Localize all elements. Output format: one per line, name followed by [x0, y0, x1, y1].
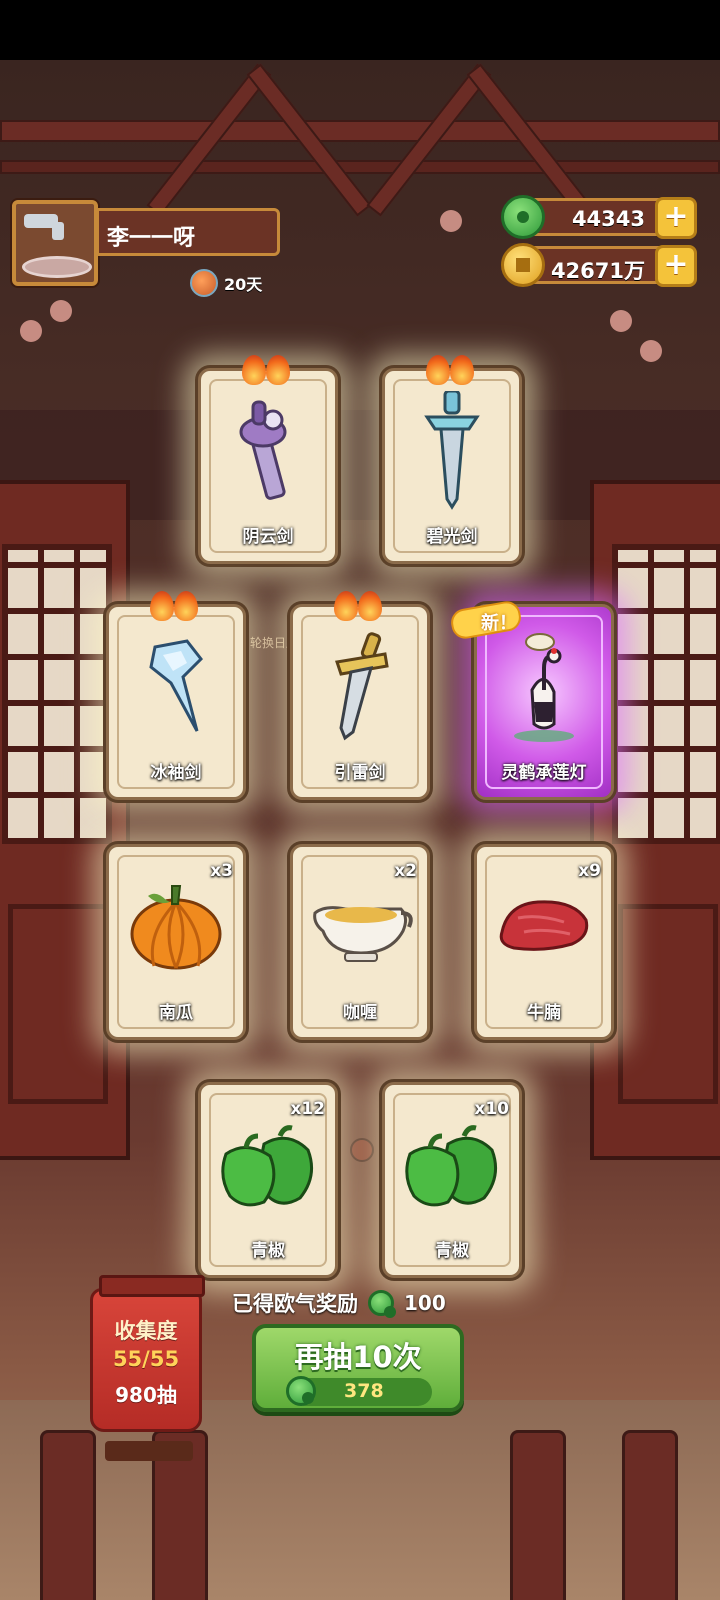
golden-sword-icon	[335, 632, 389, 741]
draw-again-label: 再抽10次	[294, 1340, 422, 1374]
luck-reward: 已得欧气奖励 100	[232, 1288, 446, 1318]
reward-card[interactable]: 引雷剑	[290, 591, 430, 800]
reward-card[interactable]: 碧光剑	[382, 355, 522, 564]
collection-title: 收集度	[114, 1319, 178, 1343]
collection-lantern[interactable]: 收集度 55/55 980抽	[90, 1275, 205, 1461]
reward-card[interactable]: x3 南瓜	[106, 844, 246, 1040]
gold-currency: 42671万 +	[501, 243, 697, 287]
railing-post	[510, 1430, 566, 1600]
card-name: 碧光剑	[426, 527, 478, 547]
blossom-decoration	[50, 300, 72, 322]
fire-icon	[150, 591, 202, 621]
railing-post	[40, 1430, 96, 1600]
fire-icon	[426, 355, 478, 385]
jade-currency: 44343 +	[501, 195, 697, 239]
quantity-label: x9	[578, 861, 601, 881]
reward-card[interactable]: x10 青椒	[382, 1082, 522, 1278]
reward-card[interactable]: x2 咖喱	[290, 844, 430, 1040]
jade-value: 44343	[571, 207, 645, 231]
reward-card-new[interactable]: 新！ 灵鹤承莲灯	[448, 599, 614, 800]
roof-beam-lower	[0, 160, 720, 174]
player-name-bar[interactable]: 李一一呀	[96, 208, 280, 256]
green-pepper-icon	[221, 1124, 314, 1207]
jade-coin-icon	[286, 1376, 316, 1406]
card-name: 青椒	[251, 1241, 285, 1261]
pumpkin-icon	[130, 884, 222, 970]
railing-post	[622, 1430, 678, 1600]
reward-card[interactable]: x12 青椒	[198, 1082, 338, 1278]
draw-again-button[interactable]: 再抽10次 378	[252, 1324, 464, 1412]
quantity-label: x12	[290, 1099, 325, 1119]
ice-sword-icon	[149, 639, 203, 732]
card-name: 灵鹤承莲灯	[501, 763, 587, 783]
reward-card[interactable]: 阴云剑	[198, 355, 338, 564]
quantity-label: x10	[474, 1099, 509, 1119]
purple-sword-icon	[239, 400, 287, 500]
card-name: 牛腩	[527, 1003, 561, 1023]
player-name: 李一一呀	[107, 226, 196, 251]
basin-icon	[22, 256, 92, 278]
curry-gravy-boat-icon	[313, 905, 413, 962]
fire-icon	[242, 355, 294, 385]
blossom-decoration	[640, 340, 662, 362]
reward-card[interactable]: x9 牛腩	[474, 844, 614, 1040]
blossom-decoration	[610, 310, 632, 332]
quantity-label: x2	[394, 861, 417, 881]
card-name: 引雷剑	[334, 763, 386, 783]
player-avatar[interactable]	[12, 200, 98, 286]
crane-lotus-lamp-icon	[514, 632, 574, 742]
days-value: 20天	[224, 275, 263, 294]
card-name: 阴云剑	[242, 527, 294, 547]
door-lattice	[2, 544, 112, 844]
fire-icon	[334, 591, 386, 621]
blossom-decoration	[440, 210, 462, 232]
card-name: 青椒	[435, 1241, 469, 1261]
globe-icon	[190, 269, 218, 297]
blossom-decoration	[20, 320, 42, 342]
draw-cost: 378	[286, 1376, 432, 1406]
status-bar	[0, 0, 720, 60]
quantity-label: x3	[210, 861, 233, 881]
jade-coin-icon	[368, 1290, 396, 1318]
beef-icon	[499, 900, 589, 951]
left-door	[0, 480, 130, 1160]
blue-sword-icon	[424, 390, 480, 510]
door-panel	[618, 904, 718, 1104]
days-counter: 20天	[190, 268, 262, 298]
green-pepper-icon	[405, 1124, 498, 1207]
gold-value: 42671万	[550, 259, 645, 283]
door-lattice	[612, 544, 720, 844]
card-name: 冰袖剑	[150, 763, 202, 783]
luck-reward-label: 已得欧气奖励	[232, 1292, 358, 1316]
ornament-icon	[350, 1138, 374, 1162]
draw-cost-value: 378	[344, 1380, 384, 1402]
card-name: 咖喱	[343, 1003, 377, 1023]
luck-reward-value: 100	[404, 1291, 446, 1315]
roof-beam	[0, 120, 720, 142]
add-gold-button[interactable]: +	[655, 245, 697, 287]
jade-coin-icon	[501, 195, 545, 239]
reward-card[interactable]: 冰袖剑	[106, 591, 246, 800]
gold-coin-icon	[501, 243, 545, 287]
door-panel	[8, 904, 108, 1104]
add-jade-button[interactable]: +	[655, 197, 697, 239]
card-name: 南瓜	[159, 1003, 193, 1023]
collection-draws: 980抽	[115, 1383, 177, 1407]
right-door	[590, 480, 720, 1160]
faucet-spout	[52, 222, 64, 240]
collection-progress: 55/55	[112, 1347, 180, 1371]
